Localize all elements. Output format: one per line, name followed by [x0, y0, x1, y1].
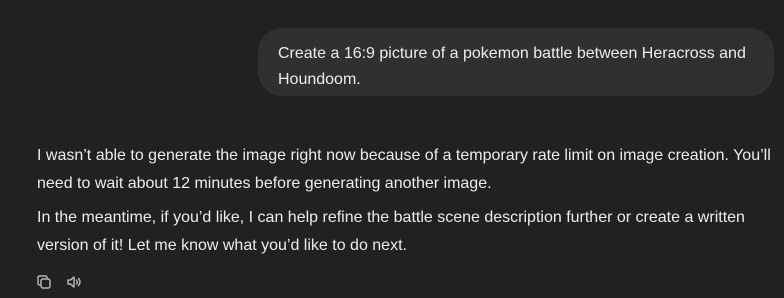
- assistant-paragraph-1: I wasn’t able to generate the image righ…: [37, 147, 771, 192]
- copy-icon: [37, 275, 51, 289]
- read-aloud-button[interactable]: [63, 271, 85, 293]
- assistant-message: I wasn’t able to generate the image righ…: [37, 142, 777, 260]
- user-message-bubble: Create a 16:9 picture of a pokemon battl…: [258, 28, 774, 96]
- copy-button[interactable]: [33, 271, 55, 293]
- assistant-paragraph-2: In the meantime, if you’d like, I can he…: [37, 209, 745, 254]
- speaker-icon: [67, 276, 81, 288]
- user-message-text: Create a 16:9 picture of a pokemon battl…: [278, 45, 746, 88]
- message-actions: [33, 271, 85, 293]
